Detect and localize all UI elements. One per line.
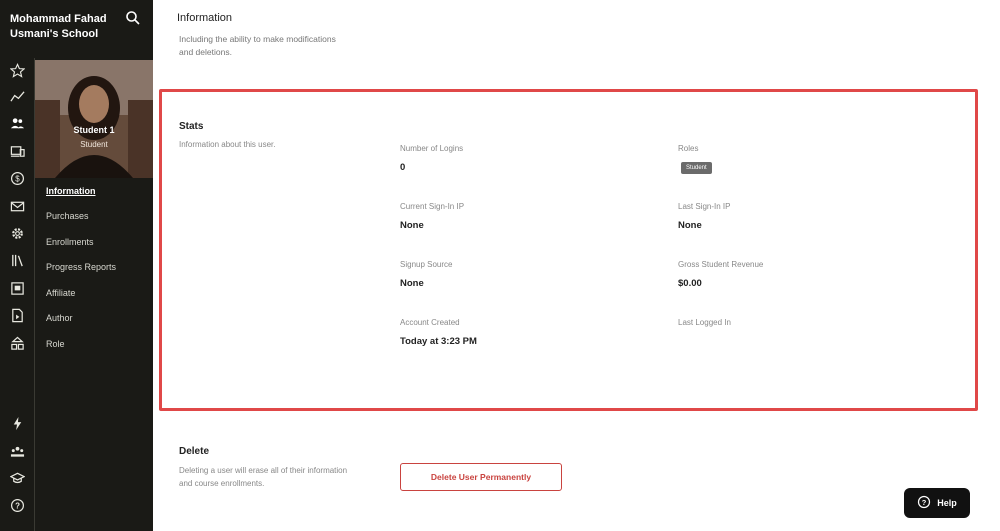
devices-icon[interactable]: [7, 141, 27, 161]
nav-item-enrollments[interactable]: Enrollments: [46, 237, 94, 247]
graduation-icon[interactable]: [7, 468, 27, 488]
avatar: [35, 60, 153, 178]
delete-user-button[interactable]: Delete User Permanently: [400, 463, 562, 491]
community-icon[interactable]: [7, 441, 27, 461]
svg-text:$: $: [15, 174, 20, 183]
delete-description: Deleting a user will erase all of their …: [179, 466, 348, 488]
stats-description: Information about this user.: [179, 140, 276, 149]
help-label: Help: [937, 498, 957, 508]
field-label-roles: Roles: [678, 144, 699, 153]
nav-item-progress-reports[interactable]: Progress Reports: [46, 262, 116, 272]
gear-icon[interactable]: [7, 223, 27, 243]
nav-item-affiliate[interactable]: Affiliate: [46, 288, 75, 298]
mail-icon[interactable]: [7, 196, 27, 216]
field-value-current-sign-in-ip: None: [400, 220, 424, 231]
users-icon[interactable]: [7, 113, 27, 133]
help-button[interactable]: ? Help: [904, 488, 970, 518]
role-badge: Student: [681, 162, 712, 174]
field-value-number-of-logins: 0: [400, 162, 406, 173]
stats-highlight-box: [159, 89, 978, 411]
star-icon[interactable]: [7, 60, 27, 80]
field-value-account-created: Today at 3:23 PM: [400, 336, 477, 347]
section-description-information: Including the ability to make modificati…: [179, 34, 336, 57]
field-label-last-sign-in-ip: Last Sign-In IP: [678, 202, 731, 211]
document-icon[interactable]: [7, 305, 27, 325]
stats-title: Stats: [179, 121, 204, 132]
nav-item-role[interactable]: Role: [46, 339, 65, 349]
field-value-signup-source: None: [400, 278, 424, 289]
help-icon[interactable]: ?: [7, 495, 27, 515]
report-icon[interactable]: [7, 278, 27, 298]
delete-title: Delete: [179, 446, 210, 457]
field-label-last-logged-in: Last Logged In: [678, 318, 731, 327]
nav-item-author[interactable]: Author: [46, 313, 73, 323]
profile-role: Student: [80, 140, 108, 149]
field-value-last-sign-in-ip: None: [678, 220, 702, 231]
search-icon[interactable]: [125, 10, 141, 26]
field-label-gross-student-revenue: Gross Student Revenue: [678, 260, 764, 269]
field-label-account-created: Account Created: [400, 318, 460, 327]
section-title-information: Information: [177, 12, 233, 24]
field-label-number-of-logins: Number of Logins: [400, 144, 464, 153]
field-label-signup-source: Signup Source: [400, 260, 453, 269]
trending-icon[interactable]: [7, 86, 27, 106]
nav-item-purchases[interactable]: Purchases: [46, 211, 89, 221]
field-value-gross-student-revenue: $0.00: [678, 278, 702, 289]
svg-text:?: ?: [15, 501, 20, 510]
field-label-current-sign-in-ip: Current Sign-In IP: [400, 202, 465, 211]
dollar-icon[interactable]: $: [7, 168, 27, 188]
svg-text:?: ?: [922, 498, 927, 507]
lightning-icon[interactable]: [7, 413, 27, 433]
school-name[interactable]: Mohammad Fahad Usmani's School: [10, 12, 122, 42]
org-chart-icon[interactable]: [7, 333, 27, 353]
library-icon[interactable]: [7, 250, 27, 270]
help-circle-icon: ?: [917, 495, 931, 511]
nav-item-information[interactable]: Information: [46, 186, 96, 196]
sidebar: Mohammad Fahad Usmani's School $ ? Stude…: [0, 0, 153, 531]
profile-name: Student 1: [73, 125, 115, 135]
